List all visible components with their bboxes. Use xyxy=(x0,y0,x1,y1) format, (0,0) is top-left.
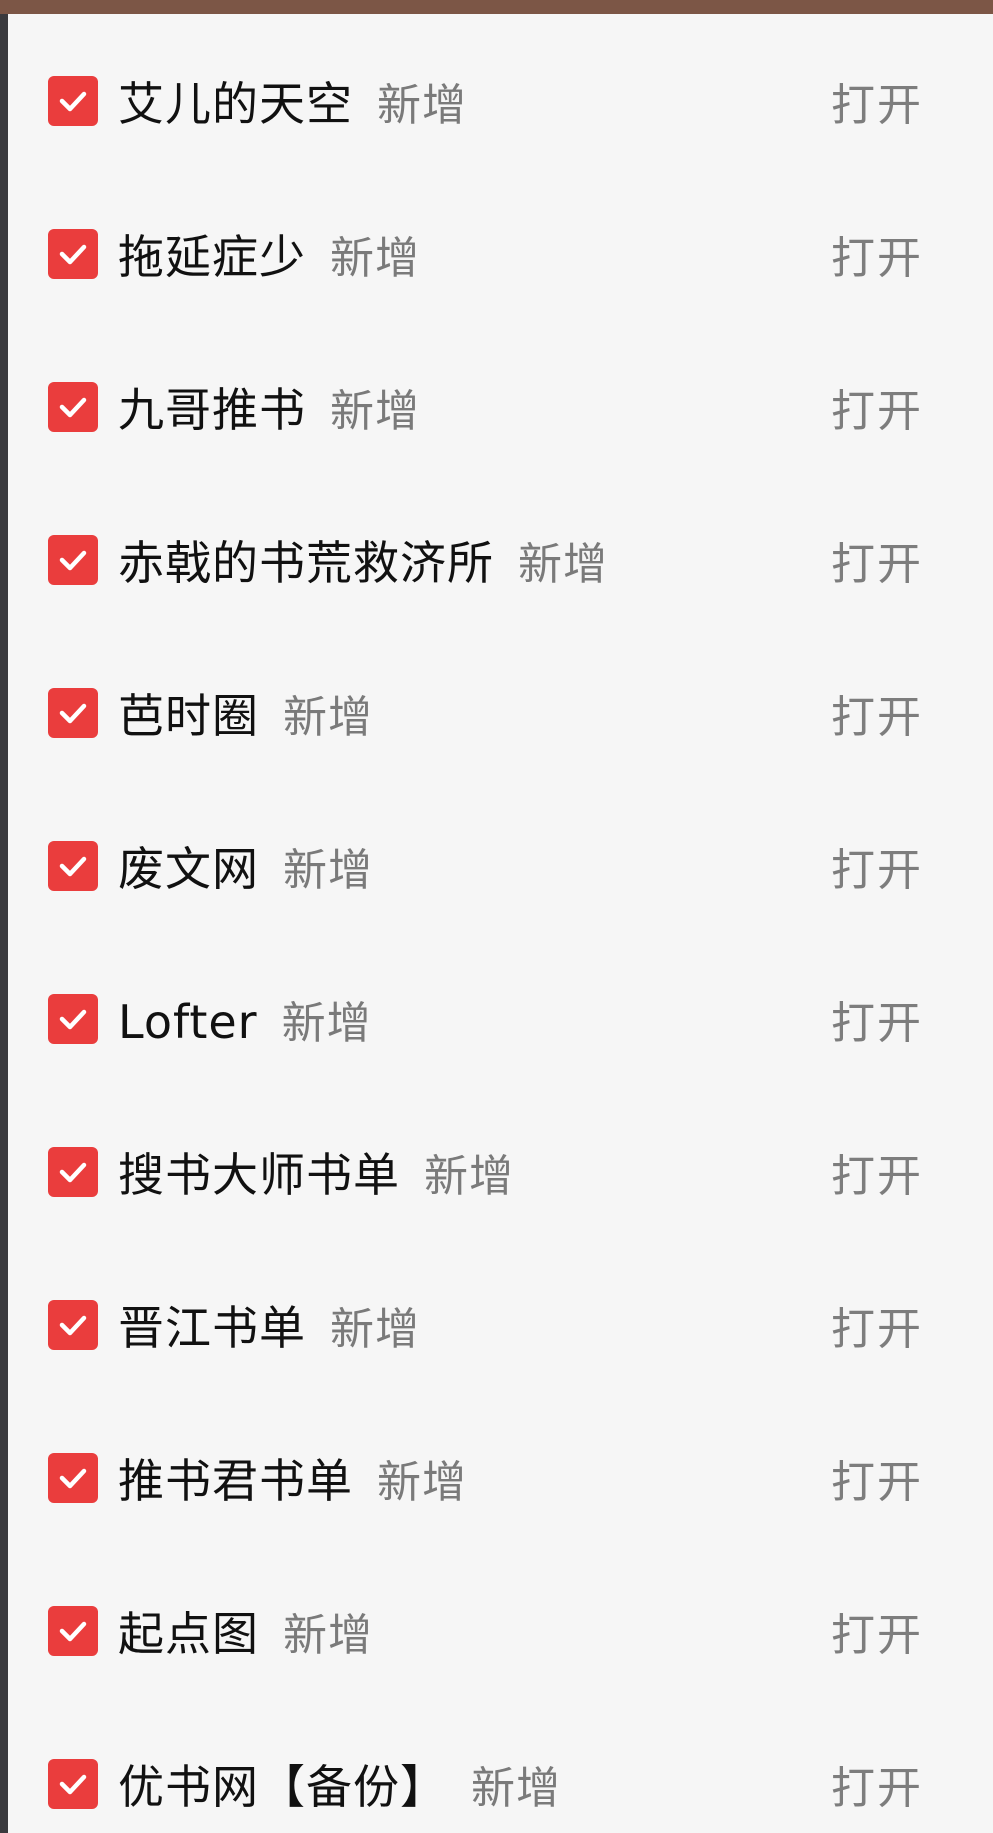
item-name: 晋江书单 新增 xyxy=(118,1292,420,1358)
item-tag: 新增 xyxy=(424,1150,514,1202)
list-item: 废文网 新增 打开 xyxy=(8,789,993,942)
check-icon xyxy=(59,91,87,111)
checkbox[interactable] xyxy=(48,840,98,891)
check-icon xyxy=(59,703,87,723)
item-title: 拖延症少 xyxy=(118,229,306,284)
item-name: 赤戟的书荒救济所 新增 xyxy=(118,527,608,593)
item-tag: 新增 xyxy=(283,844,373,896)
list-item: 拖延症少 新增 打开 xyxy=(8,177,993,330)
item-name: 推书君书单 新增 xyxy=(118,1445,467,1511)
background-app-edge xyxy=(0,14,8,1833)
open-button[interactable]: 打开 xyxy=(831,1140,923,1204)
checkbox[interactable] xyxy=(48,228,98,279)
list-item: 起点图 新增 打开 xyxy=(8,1554,993,1707)
list-item: 晋江书单 新增 打开 xyxy=(8,1248,993,1401)
source-list: 艾儿的天空 新增 打开 拖延症少 新增 打开 九哥推书 新增 打开 赤戟的书荒救… xyxy=(8,24,993,1833)
open-button[interactable]: 打开 xyxy=(831,222,923,286)
open-button[interactable]: 打开 xyxy=(831,1752,923,1816)
item-title: 艾儿的天空 xyxy=(118,76,353,131)
list-item: 艾儿的天空 新增 打开 xyxy=(8,24,993,177)
check-icon xyxy=(59,1774,87,1794)
open-button[interactable]: 打开 xyxy=(831,528,923,592)
item-tag: 新增 xyxy=(330,1303,420,1355)
item-tag: 新增 xyxy=(518,538,608,590)
item-name: 艾儿的天空 新增 xyxy=(118,68,467,134)
list-item: 芭时圈 新增 打开 xyxy=(8,636,993,789)
checkbox[interactable] xyxy=(48,1452,98,1503)
item-title: 起点图 xyxy=(118,1606,259,1661)
checkbox[interactable] xyxy=(48,1146,98,1197)
open-button[interactable]: 打开 xyxy=(831,681,923,745)
open-button[interactable]: 打开 xyxy=(831,375,923,439)
item-name: Lofter 新增 xyxy=(118,987,372,1051)
list-item: 搜书大师书单 新增 打开 xyxy=(8,1095,993,1248)
checkbox[interactable] xyxy=(48,1605,98,1656)
checkbox[interactable] xyxy=(48,993,98,1044)
checkbox[interactable] xyxy=(48,75,98,126)
item-tag: 新增 xyxy=(377,1456,467,1508)
open-button[interactable]: 打开 xyxy=(831,69,923,133)
item-name: 搜书大师书单 新增 xyxy=(118,1139,514,1205)
item-name: 优书网【备份】 新增 xyxy=(118,1751,561,1817)
check-icon xyxy=(59,550,87,570)
item-title: 九哥推书 xyxy=(118,382,306,437)
item-name: 九哥推书 新增 xyxy=(118,374,420,440)
item-title: 搜书大师书单 xyxy=(118,1147,400,1202)
item-title: 芭时圈 xyxy=(118,688,259,743)
checkbox[interactable] xyxy=(48,1758,98,1809)
item-title: 优书网【备份】 xyxy=(118,1759,447,1814)
item-name: 拖延症少 新增 xyxy=(118,221,420,287)
source-list-panel: 艾儿的天空 新增 打开 拖延症少 新增 打开 九哥推书 新增 打开 赤戟的书荒救… xyxy=(8,14,993,1833)
open-button[interactable]: 打开 xyxy=(831,1446,923,1510)
check-icon xyxy=(59,244,87,264)
item-title: 晋江书单 xyxy=(118,1300,306,1355)
open-button[interactable]: 打开 xyxy=(831,834,923,898)
check-icon xyxy=(59,1621,87,1641)
checkbox[interactable] xyxy=(48,534,98,585)
item-title: 赤戟的书荒救济所 xyxy=(118,535,494,590)
item-tag: 新增 xyxy=(283,1609,373,1661)
check-icon xyxy=(59,856,87,876)
check-icon xyxy=(59,1009,87,1029)
list-item: 优书网【备份】 新增 打开 xyxy=(8,1707,993,1833)
item-name: 芭时圈 新增 xyxy=(118,680,373,746)
screen: 艾儿的天空 新增 打开 拖延症少 新增 打开 九哥推书 新增 打开 赤戟的书荒救… xyxy=(0,0,993,1833)
top-bar xyxy=(0,0,993,14)
list-item: 赤戟的书荒救济所 新增 打开 xyxy=(8,483,993,636)
item-tag: 新增 xyxy=(330,232,420,284)
check-icon xyxy=(59,397,87,417)
item-name: 起点图 新增 xyxy=(118,1598,373,1664)
item-tag: 新增 xyxy=(281,997,372,1049)
item-name: 废文网 新增 xyxy=(118,833,373,899)
checkbox[interactable] xyxy=(48,1299,98,1350)
item-title: Lofter xyxy=(118,994,258,1049)
list-item: 推书君书单 新增 打开 xyxy=(8,1401,993,1554)
checkbox[interactable] xyxy=(48,687,98,738)
check-icon xyxy=(59,1162,87,1182)
open-button[interactable]: 打开 xyxy=(831,987,923,1051)
check-icon xyxy=(59,1468,87,1488)
list-item: Lofter 新增 打开 xyxy=(8,942,993,1095)
checkbox[interactable] xyxy=(48,381,98,432)
item-tag: 新增 xyxy=(471,1762,561,1814)
check-icon xyxy=(59,1315,87,1335)
open-button[interactable]: 打开 xyxy=(831,1293,923,1357)
item-title: 推书君书单 xyxy=(118,1453,353,1508)
open-button[interactable]: 打开 xyxy=(831,1599,923,1663)
item-tag: 新增 xyxy=(377,79,467,131)
item-title: 废文网 xyxy=(118,841,259,896)
item-tag: 新增 xyxy=(283,691,373,743)
item-tag: 新增 xyxy=(330,385,420,437)
list-item: 九哥推书 新增 打开 xyxy=(8,330,993,483)
